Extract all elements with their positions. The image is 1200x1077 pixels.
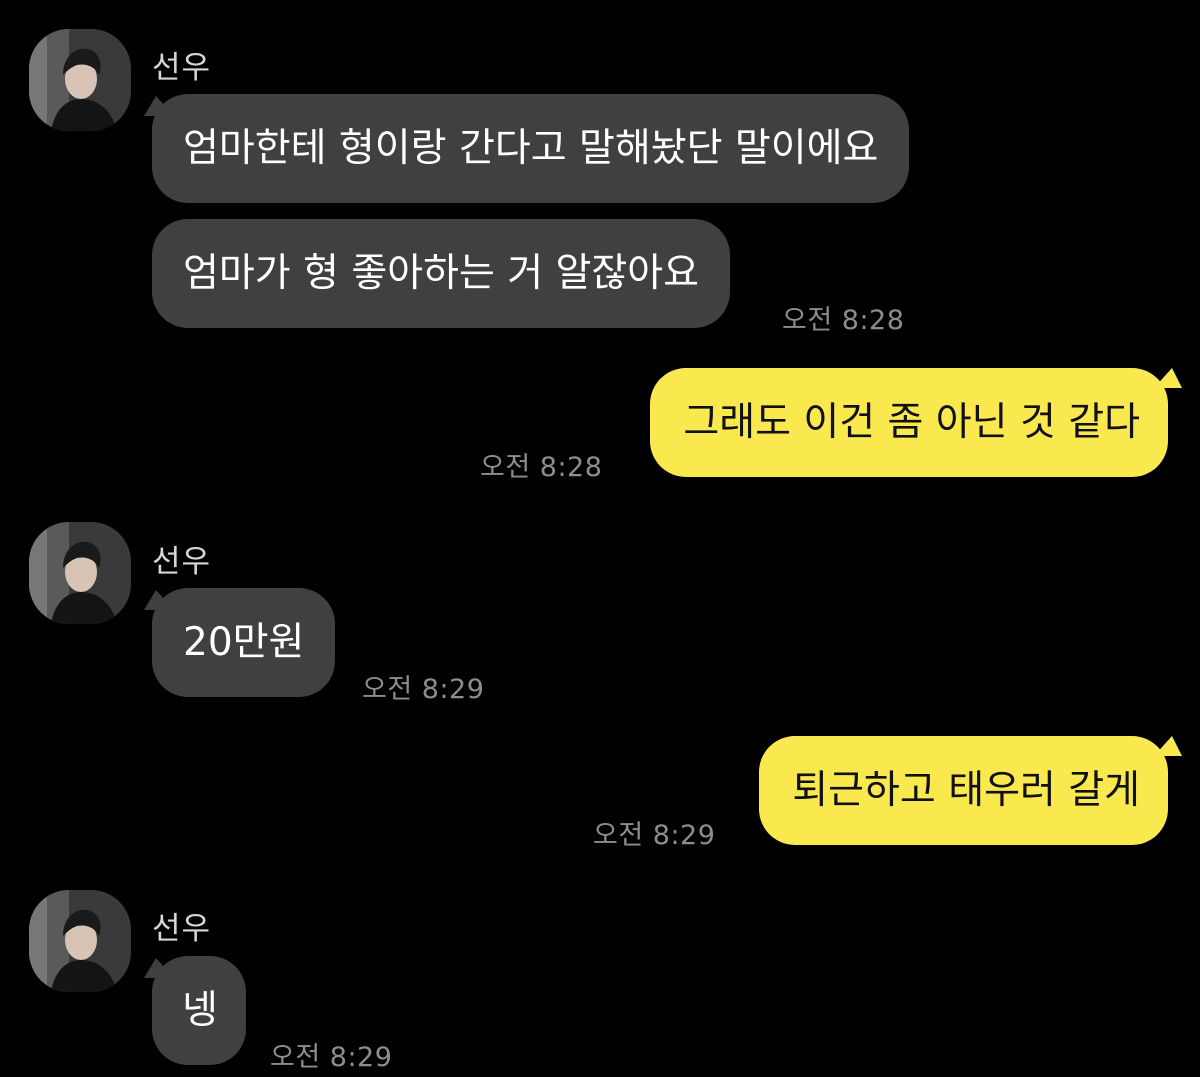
sender-name: 선우 (152, 911, 212, 947)
message-bubble[interactable]: 20만원 (152, 588, 336, 697)
avatar[interactable] (29, 890, 131, 992)
message-bubble[interactable]: 퇴근하고 태우러 갈게 (759, 736, 1168, 845)
message-timestamp: 오전 8:28 (480, 452, 603, 483)
message-timestamp: 오전 8:29 (270, 1042, 393, 1073)
message-timestamp: 오전 8:29 (362, 674, 485, 705)
message-timestamp: 오전 8:29 (593, 820, 716, 851)
message-text: 엄마가 형 좋아하는 거 알잖아요 (183, 251, 700, 296)
message-timestamp: 오전 8:28 (782, 305, 905, 336)
sender-name: 선우 (152, 50, 212, 86)
message-text: 20만원 (183, 620, 305, 665)
profile-photo-icon (29, 522, 131, 624)
avatar[interactable] (29, 29, 131, 131)
message-text: 넹 (182, 988, 218, 1033)
message-text: 그래도 이건 좀 아닌 것 같다 (683, 400, 1140, 445)
message-bubble[interactable]: 엄마가 형 좋아하는 거 알잖아요 (152, 219, 731, 328)
message-bubble[interactable]: 엄마한테 형이랑 간다고 말해놨단 말이에요 (152, 94, 910, 203)
message-text: 엄마한테 형이랑 간다고 말해놨단 말이에요 (183, 126, 879, 171)
avatar[interactable] (29, 522, 131, 624)
message-text: 퇴근하고 태우러 갈게 (792, 768, 1140, 813)
profile-photo-icon (29, 890, 131, 992)
sender-name: 선우 (152, 544, 212, 580)
profile-photo-icon (29, 29, 131, 131)
message-bubble[interactable]: 넹 (152, 956, 246, 1065)
message-bubble[interactable]: 그래도 이건 좀 아닌 것 같다 (650, 368, 1168, 477)
